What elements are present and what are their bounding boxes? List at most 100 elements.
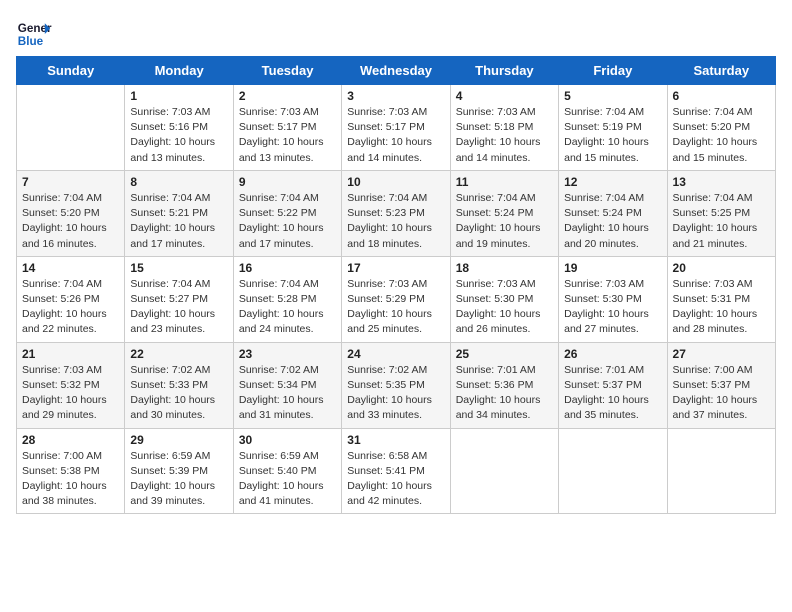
day-info: Sunrise: 7:04 AM Sunset: 5:21 PM Dayligh… xyxy=(130,191,227,252)
calendar-cell: 7Sunrise: 7:04 AM Sunset: 5:20 PM Daylig… xyxy=(17,170,125,256)
logo-icon: General Blue xyxy=(16,16,52,52)
day-info: Sunrise: 6:59 AM Sunset: 5:39 PM Dayligh… xyxy=(130,449,227,510)
day-number: 16 xyxy=(239,261,336,275)
logo: General Blue xyxy=(16,16,52,52)
header-saturday: Saturday xyxy=(667,57,775,85)
day-info: Sunrise: 7:03 AM Sunset: 5:17 PM Dayligh… xyxy=(239,105,336,166)
calendar-cell: 14 Sunrise: 7:04 AM Sunset: 5:26 PM Dayli… xyxy=(17,256,125,342)
day-number: 18 xyxy=(456,261,553,275)
calendar-cell: 26 Sunrise: 7:01 AM Sunset: 5:37 PM Dayli… xyxy=(559,342,667,428)
day-info: Sunrise: 7:03 AM Sunset: 5:30 PM Dayligh… xyxy=(456,277,553,338)
day-info: Sunrise: 7:03 AM Sunset: 5:18 PM Dayligh… xyxy=(456,105,553,166)
day-number: 26 xyxy=(564,347,661,361)
page-header: General Blue xyxy=(16,16,776,52)
day-number: 27 xyxy=(673,347,770,361)
calendar-cell: 20Sunrise: 7:03 AM Sunset: 5:31 PM Dayli… xyxy=(667,256,775,342)
calendar-cell: 31 Sunrise: 6:58 AM Sunset: 5:41 PM Dayli… xyxy=(342,428,450,514)
day-number: 22 xyxy=(130,347,227,361)
calendar-cell: 15 Sunrise: 7:04 AM Sunset: 5:27 PM Dayli… xyxy=(125,256,233,342)
day-info: Sunrise: 7:01 AM Sunset: 5:37 PM Dayligh… xyxy=(564,363,661,424)
day-number: 9 xyxy=(239,175,336,189)
day-number: 2 xyxy=(239,89,336,103)
calendar-cell: 3 Sunrise: 7:03 AM Sunset: 5:17 PM Daylig… xyxy=(342,85,450,171)
calendar-cell: 23 Sunrise: 7:02 AM Sunset: 5:34 PM Dayli… xyxy=(233,342,341,428)
calendar-cell: 28Sunrise: 7:00 AM Sunset: 5:38 PM Dayli… xyxy=(17,428,125,514)
day-info: Sunrise: 7:02 AM Sunset: 5:33 PM Dayligh… xyxy=(130,363,227,424)
day-info: Sunrise: 7:04 AM Sunset: 5:24 PM Dayligh… xyxy=(564,191,661,252)
calendar-cell xyxy=(559,428,667,514)
header-wednesday: Wednesday xyxy=(342,57,450,85)
calendar-cell: 4 Sunrise: 7:03 AM Sunset: 5:18 PM Daylig… xyxy=(450,85,558,171)
header-sunday: Sunday xyxy=(17,57,125,85)
day-number: 12 xyxy=(564,175,661,189)
header-tuesday: Tuesday xyxy=(233,57,341,85)
calendar-cell: 10Sunrise: 7:04 AM Sunset: 5:23 PM Dayli… xyxy=(342,170,450,256)
day-number: 5 xyxy=(564,89,661,103)
header-thursday: Thursday xyxy=(450,57,558,85)
calendar-cell xyxy=(450,428,558,514)
day-info: Sunrise: 7:00 AM Sunset: 5:38 PM Dayligh… xyxy=(22,449,119,510)
day-number: 3 xyxy=(347,89,444,103)
calendar-table: SundayMondayTuesdayWednesdayThursdayFrid… xyxy=(16,56,776,514)
header-friday: Friday xyxy=(559,57,667,85)
day-info: Sunrise: 7:02 AM Sunset: 5:35 PM Dayligh… xyxy=(347,363,444,424)
calendar-cell: 8 Sunrise: 7:04 AM Sunset: 5:21 PM Daylig… xyxy=(125,170,233,256)
calendar-cell: 27 Sunrise: 7:00 AM Sunset: 5:37 PM Dayli… xyxy=(667,342,775,428)
day-info: Sunrise: 7:04 AM Sunset: 5:26 PM Dayligh… xyxy=(22,277,119,338)
day-number: 21 xyxy=(22,347,119,361)
day-info: Sunrise: 7:03 AM Sunset: 5:32 PM Dayligh… xyxy=(22,363,119,424)
day-number: 6 xyxy=(673,89,770,103)
calendar-cell: 9 Sunrise: 7:04 AM Sunset: 5:22 PM Daylig… xyxy=(233,170,341,256)
day-number: 13 xyxy=(673,175,770,189)
day-info: Sunrise: 7:04 AM Sunset: 5:23 PM Dayligh… xyxy=(347,191,444,252)
day-info: Sunrise: 7:00 AM Sunset: 5:37 PM Dayligh… xyxy=(673,363,770,424)
day-info: Sunrise: 7:01 AM Sunset: 5:36 PM Dayligh… xyxy=(456,363,553,424)
day-info: Sunrise: 7:04 AM Sunset: 5:27 PM Dayligh… xyxy=(130,277,227,338)
day-info: Sunrise: 7:04 AM Sunset: 5:22 PM Dayligh… xyxy=(239,191,336,252)
calendar-week-row: 7Sunrise: 7:04 AM Sunset: 5:20 PM Daylig… xyxy=(17,170,776,256)
calendar-cell: 29 Sunrise: 6:59 AM Sunset: 5:39 PM Dayli… xyxy=(125,428,233,514)
day-info: Sunrise: 7:04 AM Sunset: 5:19 PM Dayligh… xyxy=(564,105,661,166)
day-number: 7 xyxy=(22,175,119,189)
calendar-cell: 13 Sunrise: 7:04 AM Sunset: 5:25 PM Dayli… xyxy=(667,170,775,256)
day-info: Sunrise: 6:58 AM Sunset: 5:41 PM Dayligh… xyxy=(347,449,444,510)
calendar-cell: 25 Sunrise: 7:01 AM Sunset: 5:36 PM Dayli… xyxy=(450,342,558,428)
day-info: Sunrise: 7:04 AM Sunset: 5:20 PM Dayligh… xyxy=(673,105,770,166)
day-number: 1 xyxy=(130,89,227,103)
day-number: 23 xyxy=(239,347,336,361)
calendar-cell: 17 Sunrise: 7:03 AM Sunset: 5:29 PM Dayli… xyxy=(342,256,450,342)
calendar-cell: 5 Sunrise: 7:04 AM Sunset: 5:19 PM Daylig… xyxy=(559,85,667,171)
day-info: Sunrise: 7:02 AM Sunset: 5:34 PM Dayligh… xyxy=(239,363,336,424)
day-info: Sunrise: 7:03 AM Sunset: 5:16 PM Dayligh… xyxy=(130,105,227,166)
calendar-cell: 21 Sunrise: 7:03 AM Sunset: 5:32 PM Dayli… xyxy=(17,342,125,428)
calendar-week-row: 1 Sunrise: 7:03 AM Sunset: 5:16 PM Daylig… xyxy=(17,85,776,171)
calendar-cell: 16Sunrise: 7:04 AM Sunset: 5:28 PM Dayli… xyxy=(233,256,341,342)
calendar-week-row: 14 Sunrise: 7:04 AM Sunset: 5:26 PM Dayli… xyxy=(17,256,776,342)
day-number: 8 xyxy=(130,175,227,189)
day-number: 31 xyxy=(347,433,444,447)
calendar-header-row: SundayMondayTuesdayWednesdayThursdayFrid… xyxy=(17,57,776,85)
day-number: 29 xyxy=(130,433,227,447)
day-number: 25 xyxy=(456,347,553,361)
day-info: Sunrise: 7:03 AM Sunset: 5:30 PM Dayligh… xyxy=(564,277,661,338)
day-number: 11 xyxy=(456,175,553,189)
day-number: 14 xyxy=(22,261,119,275)
day-info: Sunrise: 7:04 AM Sunset: 5:24 PM Dayligh… xyxy=(456,191,553,252)
calendar-cell: 19 Sunrise: 7:03 AM Sunset: 5:30 PM Dayli… xyxy=(559,256,667,342)
day-number: 15 xyxy=(130,261,227,275)
day-info: Sunrise: 6:59 AM Sunset: 5:40 PM Dayligh… xyxy=(239,449,336,510)
day-info: Sunrise: 7:03 AM Sunset: 5:31 PM Dayligh… xyxy=(673,277,770,338)
calendar-cell: 22 Sunrise: 7:02 AM Sunset: 5:33 PM Dayli… xyxy=(125,342,233,428)
day-info: Sunrise: 7:03 AM Sunset: 5:17 PM Dayligh… xyxy=(347,105,444,166)
day-info: Sunrise: 7:04 AM Sunset: 5:25 PM Dayligh… xyxy=(673,191,770,252)
calendar-cell: 30Sunrise: 6:59 AM Sunset: 5:40 PM Dayli… xyxy=(233,428,341,514)
day-number: 4 xyxy=(456,89,553,103)
svg-text:Blue: Blue xyxy=(18,35,44,48)
calendar-cell xyxy=(667,428,775,514)
day-number: 17 xyxy=(347,261,444,275)
calendar-cell xyxy=(17,85,125,171)
day-info: Sunrise: 7:03 AM Sunset: 5:29 PM Dayligh… xyxy=(347,277,444,338)
calendar-cell: 6 Sunrise: 7:04 AM Sunset: 5:20 PM Daylig… xyxy=(667,85,775,171)
day-number: 19 xyxy=(564,261,661,275)
calendar-week-row: 28Sunrise: 7:00 AM Sunset: 5:38 PM Dayli… xyxy=(17,428,776,514)
